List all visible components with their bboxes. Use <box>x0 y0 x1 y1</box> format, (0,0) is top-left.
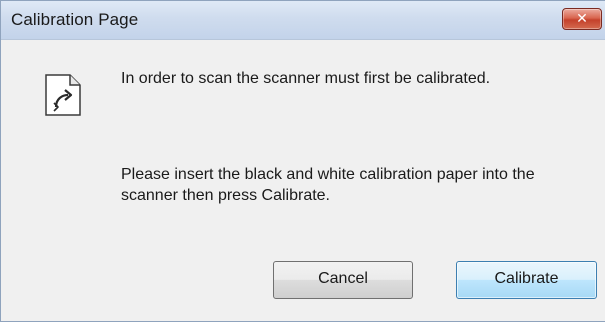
calibration-required-message: In order to scan the scanner must first … <box>121 70 491 87</box>
close-button[interactable]: ✕ <box>562 8 602 30</box>
document-arrow-icon <box>44 73 82 117</box>
calibrate-button[interactable]: Calibrate <box>456 261 597 299</box>
window-title: Calibration Page <box>11 10 139 29</box>
insert-paper-instruction: Please insert the black and white calibr… <box>121 166 535 204</box>
dialog-body: In order to scan the scanner must first … <box>1 40 605 321</box>
title-bar[interactable]: Calibration Page ✕ <box>1 1 605 40</box>
cancel-button[interactable]: Cancel <box>273 261 413 299</box>
calibration-dialog: Calibration Page ✕ In order to scan the … <box>0 0 605 322</box>
